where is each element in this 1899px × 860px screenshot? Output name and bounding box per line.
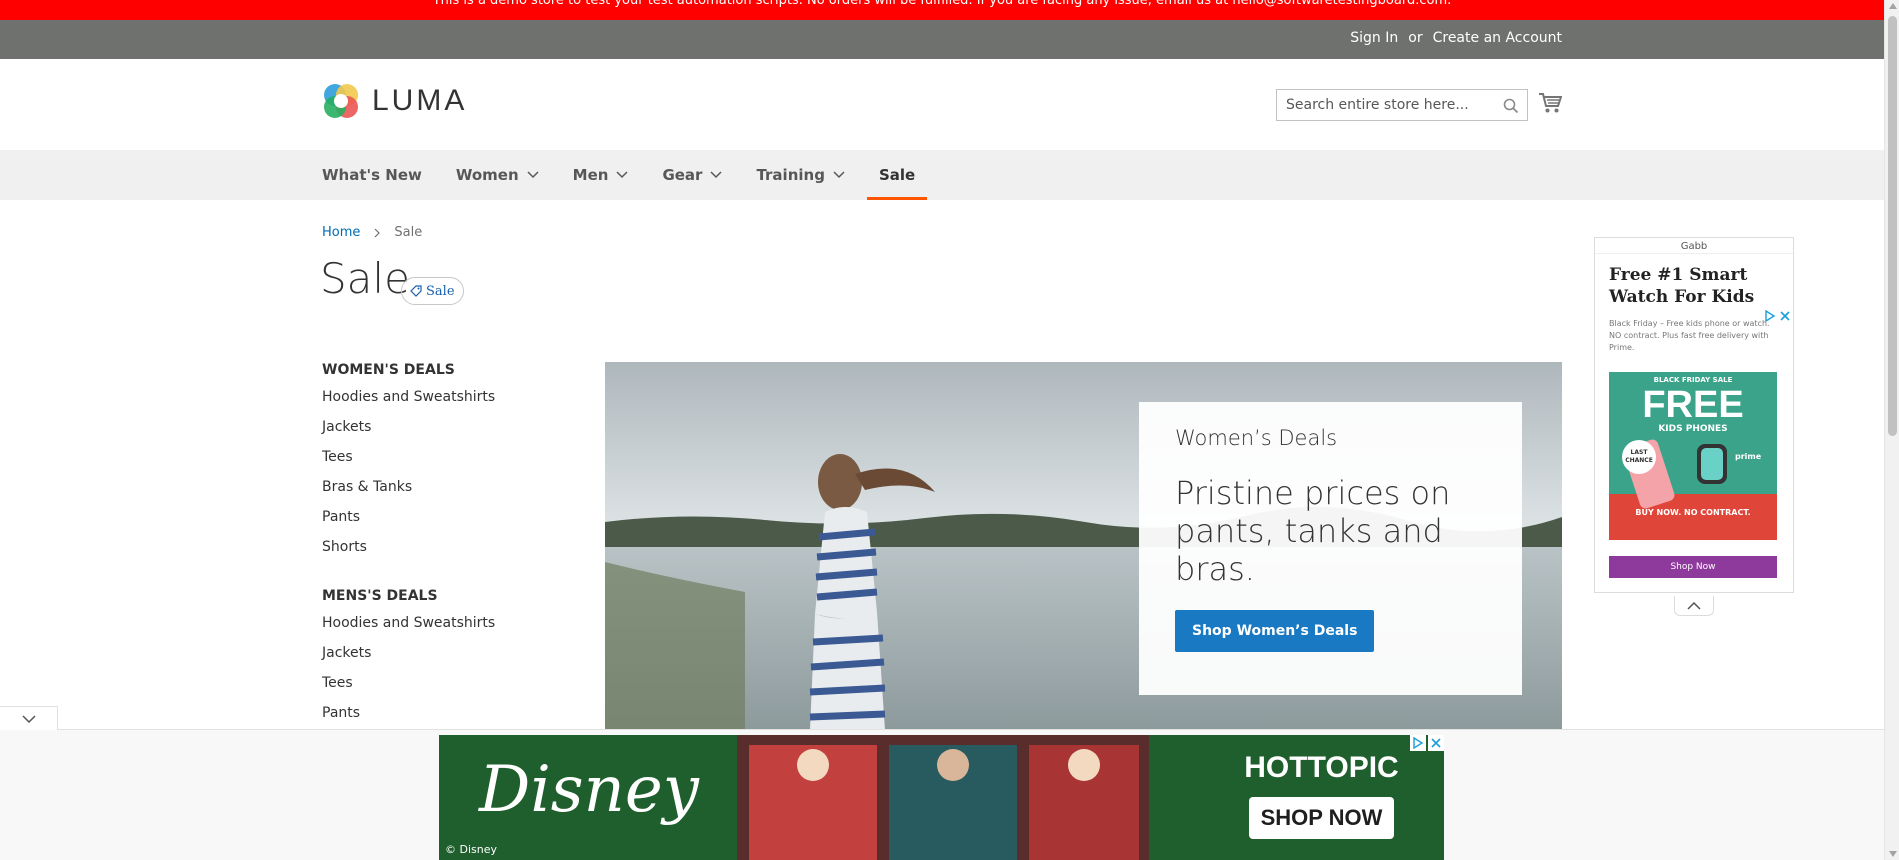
- ad-promo-image[interactable]: BLACK FRIDAY SALE FREE KIDS PHONES LAST …: [1609, 372, 1777, 540]
- ad-shop-now-button[interactable]: Shop Now: [1609, 556, 1777, 578]
- search-box: [1276, 89, 1528, 121]
- chevron-down-icon: [833, 171, 845, 179]
- promo-free-text: FREE: [1642, 384, 1744, 426]
- sidebar-item-women-hoodies[interactable]: Hoodies and Sweatshirts: [322, 386, 562, 416]
- bottom-advertisement[interactable]: Disney © Disney HOTTOPIC SHOP NOW: [439, 735, 1444, 860]
- breadcrumb-current: Sale: [394, 225, 423, 240]
- sidebar-categories: WOMEN'S DEALS Hoodies and Sweatshirts Ja…: [322, 362, 562, 754]
- sidebar-item-men-jackets[interactable]: Jackets: [322, 642, 562, 672]
- promo-prime-text: prime: [1735, 452, 1762, 461]
- sign-in-link[interactable]: Sign In: [1350, 30, 1398, 46]
- nav-item-gear[interactable]: Gear: [662, 150, 722, 200]
- page-title: Sale: [320, 254, 410, 303]
- search-icon[interactable]: [1503, 98, 1519, 114]
- nav-item-whats-new[interactable]: What's New: [322, 150, 422, 200]
- chevron-down-icon: [527, 171, 539, 179]
- nav-item-training[interactable]: Training: [756, 150, 845, 200]
- main-nav: What's New Women Men Gear Training Sale: [0, 150, 1884, 200]
- nav-item-sale[interactable]: Sale: [866, 150, 928, 200]
- header-links: Sign In or Create an Account: [1350, 30, 1562, 46]
- sidebar-item-women-tees[interactable]: Tees: [322, 446, 562, 476]
- womens-deals-heading: WOMEN'S DEALS: [322, 362, 455, 378]
- sidebar-item-men-pants[interactable]: Pants: [322, 702, 562, 732]
- search-input[interactable]: [1277, 90, 1527, 120]
- scroll-up-arrow-icon[interactable]: [1889, 3, 1897, 9]
- promo-kids-phones-text: KIDS PHONES: [1658, 424, 1728, 434]
- tag-icon: [410, 285, 422, 297]
- sale-badge: Sale: [401, 277, 464, 305]
- bottom-ad-controls: [1410, 735, 1444, 751]
- shop-now-button[interactable]: SHOP NOW: [1249, 805, 1394, 831]
- nav-label: What's New: [322, 166, 422, 184]
- create-account-link[interactable]: Create an Account: [1433, 30, 1562, 46]
- adchoices-icon[interactable]: [1410, 735, 1426, 751]
- sidebar-item-men-tees[interactable]: Tees: [322, 672, 562, 702]
- sale-badge-label: Sale: [426, 283, 455, 299]
- promo-last-chance-badge: LAST CHANCE: [1625, 449, 1653, 464]
- collapse-bottom-ad-tab[interactable]: [0, 706, 58, 730]
- chevron-down-icon: [710, 171, 722, 179]
- ad-controls: [1764, 310, 1791, 322]
- nav-item-women[interactable]: Women: [456, 150, 539, 200]
- demo-notice-bar: This is a demo store to test your test a…: [0, 0, 1884, 20]
- nav-label: Training: [756, 166, 825, 184]
- hero-headline: Pristine prices on pants, tanks and bras…: [1175, 474, 1451, 588]
- demo-notice-text: This is a demo store to test your test a…: [432, 0, 1452, 8]
- sidebar-item-women-shorts[interactable]: Shorts: [322, 536, 562, 566]
- adchoices-icon[interactable]: [1764, 310, 1776, 322]
- chevron-right-icon: [374, 228, 381, 237]
- hottopic-logo: HOTTOPIC: [1244, 751, 1399, 784]
- breadcrumb: Home Sale: [322, 225, 422, 240]
- breadcrumb-home-link[interactable]: Home: [322, 225, 360, 240]
- top-panel: Sign In or Create an Account: [0, 20, 1884, 59]
- disney-copyright: © Disney: [445, 843, 498, 856]
- womens-deals-hero[interactable]: Women’s Deals Pristine prices on pants, …: [605, 362, 1562, 730]
- or-text: or: [1408, 30, 1423, 46]
- sidebar-item-women-pants[interactable]: Pants: [322, 506, 562, 536]
- mens-deals-heading: MENS'S DEALS: [322, 588, 438, 604]
- chevron-up-icon: [1687, 601, 1701, 610]
- logo-link[interactable]: LUMA: [322, 81, 467, 121]
- collapse-ad-tab[interactable]: [1674, 596, 1714, 616]
- ad-brand: Gabb: [1595, 238, 1793, 254]
- nav-label: Gear: [662, 166, 703, 184]
- sidebar-advertisement[interactable]: Gabb Free #1 Smart Watch For Kids Black …: [1594, 237, 1794, 593]
- nav-item-men[interactable]: Men: [573, 150, 629, 200]
- nav-label: Sale: [878, 166, 916, 184]
- hero-card: Women’s Deals Pristine prices on pants, …: [1139, 402, 1522, 695]
- close-icon[interactable]: [1428, 735, 1444, 751]
- sidebar-item-men-hoodies[interactable]: Hoodies and Sweatshirts: [322, 612, 562, 642]
- nav-label: Women: [455, 166, 519, 184]
- nav-label: Men: [572, 166, 609, 184]
- ad-headline: Free #1 Smart Watch For Kids: [1609, 265, 1755, 307]
- shop-womens-deals-button[interactable]: Shop Women’s Deals: [1175, 610, 1375, 652]
- chevron-down-icon: [616, 171, 628, 179]
- chevron-down-icon: [21, 714, 36, 723]
- sidebar-item-women-bras-tanks[interactable]: Bras & Tanks: [322, 476, 562, 506]
- promo-banner-text: BLACK FRIDAY SALE: [1653, 376, 1733, 384]
- logo-text: LUMA: [372, 84, 468, 117]
- scrollbar-thumb[interactable]: [1888, 16, 1897, 436]
- hero-subtitle: Women’s Deals: [1175, 426, 1338, 450]
- sidebar-item-women-jackets[interactable]: Jackets: [322, 416, 562, 446]
- disney-logo: Disney: [479, 753, 699, 827]
- page-scrollbar[interactable]: [1884, 0, 1899, 860]
- scroll-down-arrow-icon[interactable]: [1889, 851, 1897, 857]
- cart-icon[interactable]: [1538, 92, 1562, 114]
- promo-cta-text: BUY NOW. NO CONTRACT.: [1635, 508, 1751, 517]
- luma-logo-icon: [324, 84, 358, 118]
- header: LUMA: [0, 59, 1884, 150]
- close-icon[interactable]: [1779, 310, 1791, 322]
